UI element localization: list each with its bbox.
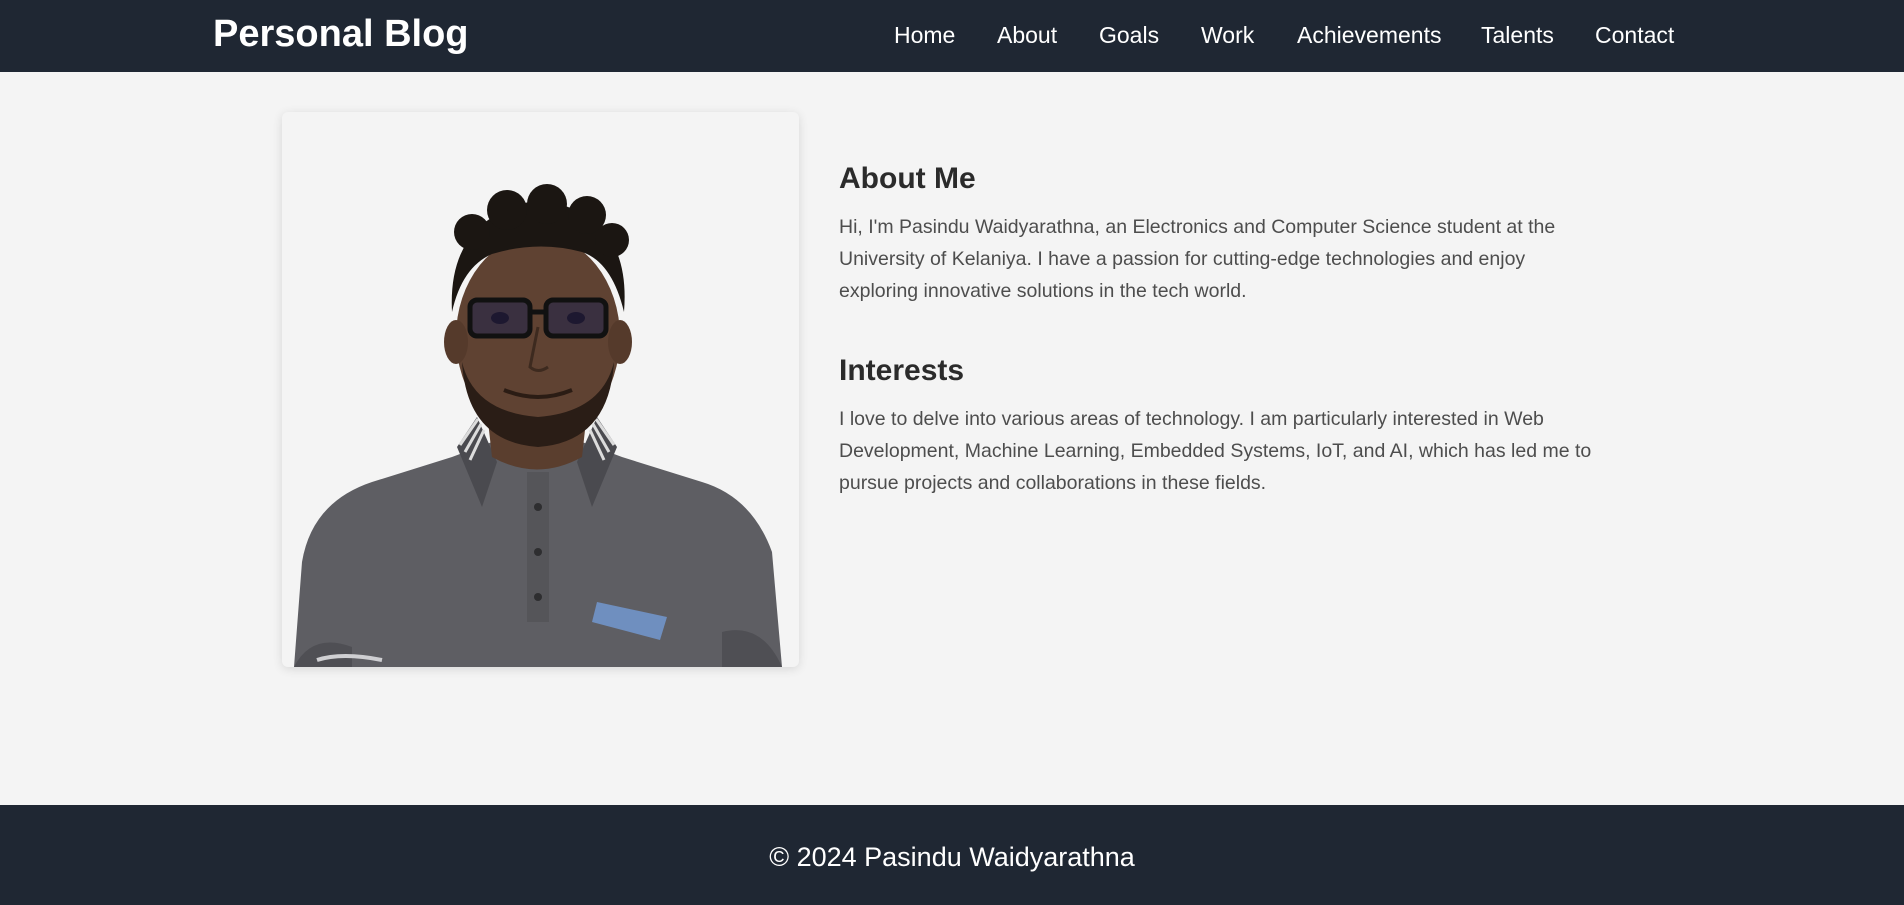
about-text: Hi, I'm Pasindu Waidyarathna, an Electro… <box>839 216 1556 302</box>
nav-link-work[interactable]: Work <box>1201 22 1254 48</box>
profile-photo-card <box>282 112 799 667</box>
nav-menu: Home About Goals Work Achievements Talen… <box>0 22 1904 52</box>
nav-link-about[interactable]: About <box>997 22 1057 48</box>
nav-link-achievements[interactable]: Achievements <box>1297 22 1441 48</box>
interests-title: Interests <box>839 354 965 387</box>
top-navbar: Personal Blog Home About Goals Work Achi… <box>0 0 1904 72</box>
site-footer: © 2024 Pasindu Waidyarathna <box>0 805 1904 905</box>
about-content: About Me Hi, I'm Pasindu Waidyarathna, a… <box>839 155 1599 539</box>
interests-text: I love to delve into various areas of te… <box>839 408 1592 494</box>
nav-link-goals[interactable]: Goals <box>1099 22 1159 48</box>
nav-link-contact[interactable]: Contact <box>1595 22 1674 48</box>
nav-link-home[interactable]: Home <box>894 22 955 48</box>
nav-link-talents[interactable]: Talents <box>1481 22 1554 48</box>
profile-photo <box>294 184 782 667</box>
about-title: About Me <box>839 162 976 195</box>
footer-copyright: © 2024 Pasindu Waidyarathna <box>769 842 1135 872</box>
